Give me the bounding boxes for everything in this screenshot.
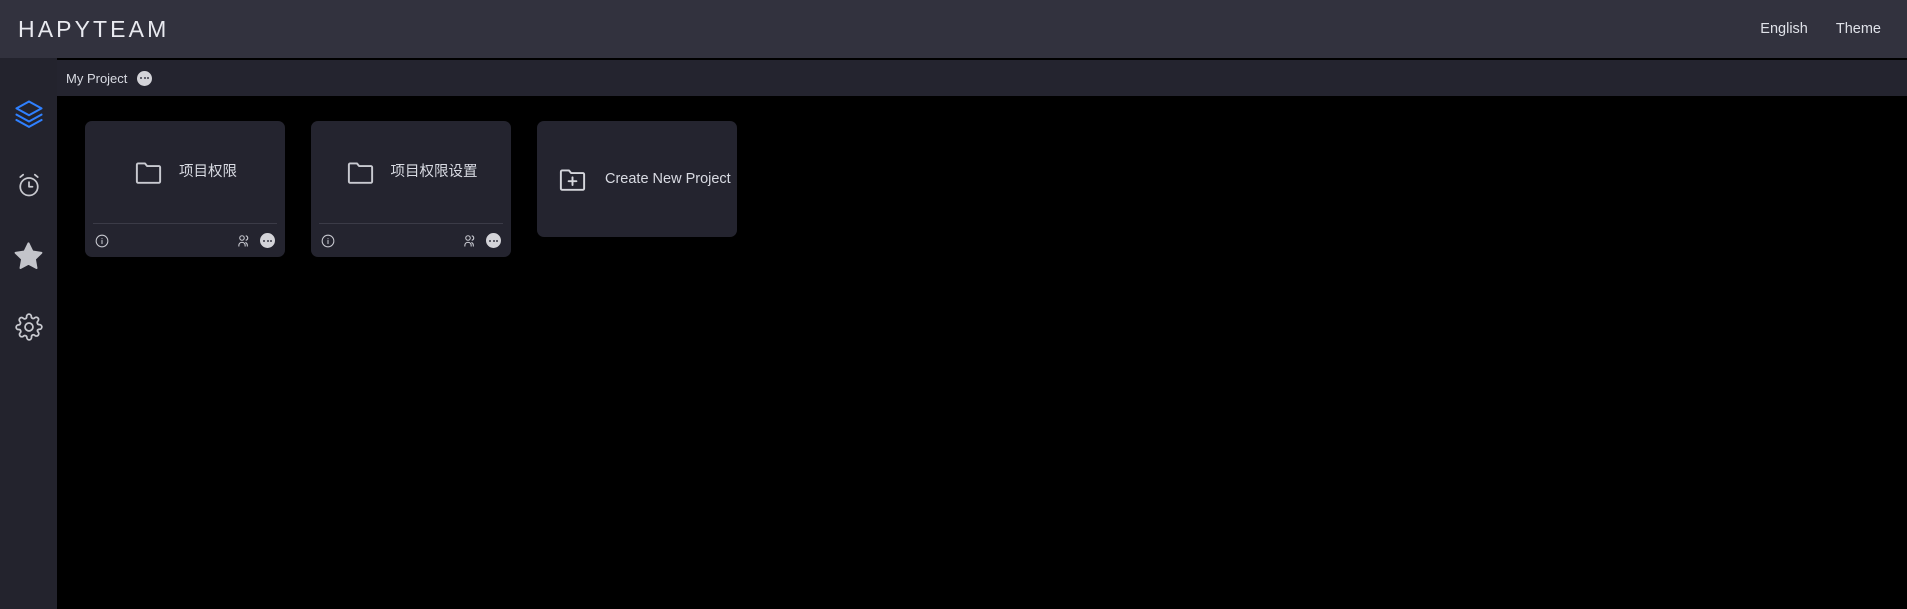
project-card-footer xyxy=(311,224,511,257)
folder-plus-icon xyxy=(557,164,588,195)
project-card-body: 项目权限设置 xyxy=(311,121,511,223)
ellipsis-icon[interactable] xyxy=(137,70,153,86)
project-bar: My Project xyxy=(57,60,1907,96)
create-new-project-label: Create New Project xyxy=(605,170,731,187)
project-card-title: 项目权限设置 xyxy=(390,163,478,180)
top-header: HAPYTEAM English Theme xyxy=(0,0,1907,58)
info-circle-icon[interactable] xyxy=(321,234,335,248)
project-tab-my-project[interactable]: My Project xyxy=(66,70,153,86)
folder-icon xyxy=(133,157,164,188)
project-card-footer-actions xyxy=(237,233,275,248)
folder-icon xyxy=(345,157,376,188)
info-circle-icon[interactable] xyxy=(95,234,109,248)
users-icon[interactable] xyxy=(237,233,252,248)
project-card[interactable]: 项目权限设置 xyxy=(311,121,511,257)
gear-icon xyxy=(14,312,43,341)
sidebar-item-recent[interactable] xyxy=(0,149,57,220)
project-card[interactable]: 项目权限 xyxy=(85,121,285,257)
left-sidebar xyxy=(0,58,57,609)
main-content: 项目权限 项目权限设置 Create New Project xyxy=(57,96,1907,609)
alarm-clock-icon xyxy=(15,171,43,199)
project-card-title: 项目权限 xyxy=(179,163,237,180)
project-cards-row: 项目权限 项目权限设置 Create New Project xyxy=(85,121,1907,257)
ellipsis-icon[interactable] xyxy=(486,233,501,248)
sidebar-item-favorites[interactable] xyxy=(0,220,57,291)
star-icon xyxy=(13,240,44,271)
create-new-project-card[interactable]: Create New Project xyxy=(537,121,737,237)
project-card-body: 项目权限 xyxy=(85,121,285,223)
project-tab-label: My Project xyxy=(66,70,128,86)
layers-icon xyxy=(14,99,44,129)
project-card-footer-actions xyxy=(463,233,501,248)
sidebar-item-settings[interactable] xyxy=(0,291,57,362)
ellipsis-icon[interactable] xyxy=(260,233,275,248)
language-link[interactable]: English xyxy=(1760,22,1808,37)
app-brand-logo: HAPYTEAM xyxy=(18,15,170,42)
project-card-footer xyxy=(85,224,285,257)
create-new-project-body: Create New Project xyxy=(537,121,737,237)
users-icon[interactable] xyxy=(463,233,478,248)
theme-link[interactable]: Theme xyxy=(1836,22,1881,37)
sidebar-item-projects[interactable] xyxy=(0,78,57,149)
header-actions: English Theme xyxy=(1760,22,1881,37)
